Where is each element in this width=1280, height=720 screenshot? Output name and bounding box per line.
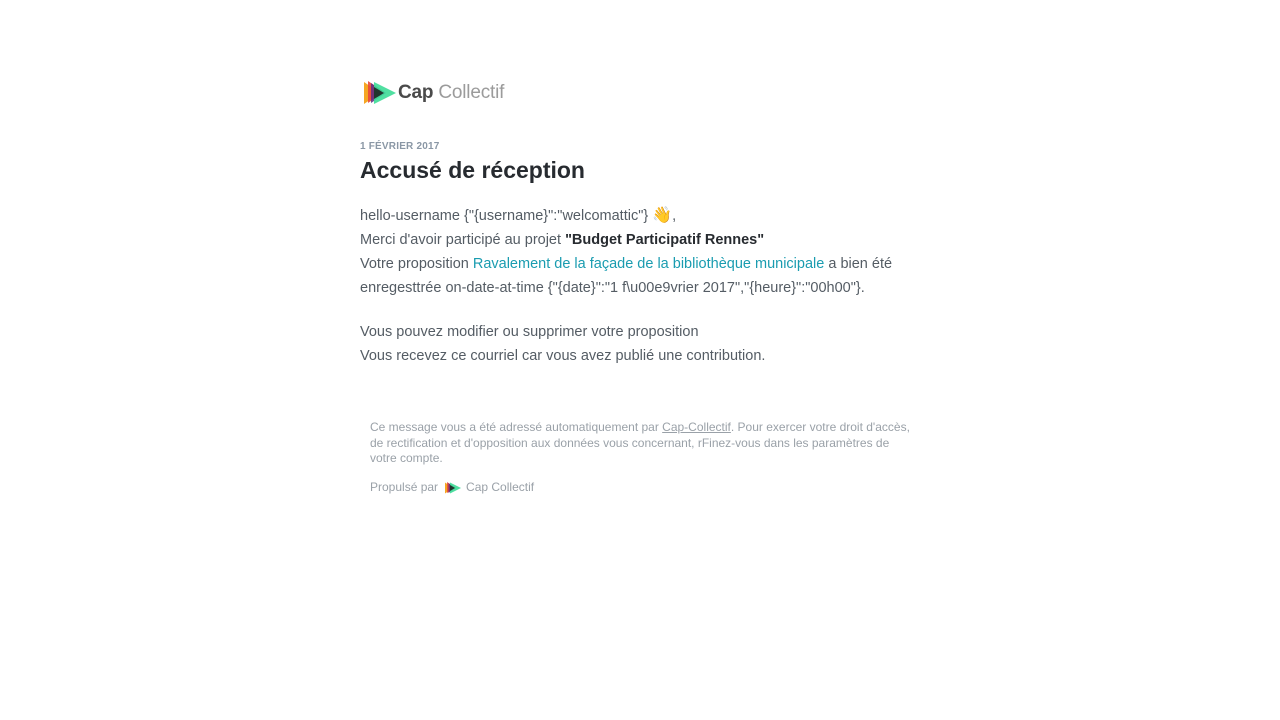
logo-text-collectif: Collectif xyxy=(438,82,505,103)
email-title: Accusé de réception xyxy=(360,157,585,183)
greeting-line: hello-username {"{username}":"welcomatti… xyxy=(360,204,920,228)
greeting-suffix: , xyxy=(672,208,677,224)
powered-by-brand: Cap Collectif xyxy=(466,479,535,494)
email-body: hello-username {"{username}":"welcomatti… xyxy=(360,204,920,368)
proposal-line: Votre proposition Ravalement de la façad… xyxy=(360,252,920,300)
reason-text: Vous recevez ce courriel car vous avez p… xyxy=(360,348,766,364)
waving-hand-icon: 👋 xyxy=(652,207,673,224)
logo-text-cap: Cap xyxy=(398,82,434,103)
powered-by-label: Propulsé par xyxy=(370,479,439,494)
email-footer: Ce message vous a été adressé automatiqu… xyxy=(360,420,910,496)
cap-collectif-small-logo-icon xyxy=(445,481,462,493)
cap-collectif-logo-icon xyxy=(364,81,396,104)
participation-prefix: Merci d'avoir participé au projet xyxy=(360,232,566,248)
cap-collectif-logo: Cap Collectif xyxy=(362,76,920,110)
participation-line: Merci d'avoir participé au projet "Budge… xyxy=(360,228,920,252)
email-container: Cap Collectif 1 février 2017 Accusé de r… xyxy=(360,76,920,496)
project-name: "Budget Participatif Rennes" xyxy=(565,232,765,248)
footer-notice: Ce message vous a été adressé automatiqu… xyxy=(370,420,910,467)
powered-by: Propulsé par Cap Collectif xyxy=(370,480,910,496)
cap-collectif-link[interactable]: Cap-Collectif xyxy=(662,420,731,434)
footer-notice-prefix: Ce message vous a été adressé automatiqu… xyxy=(370,420,663,434)
logo-wordmark: Cap Collectif xyxy=(398,82,504,104)
proposal-prefix: Votre proposition xyxy=(360,256,473,272)
email-date: 1 février 2017 xyxy=(360,141,440,152)
greeting-text: hello-username {"{username}":"welcomatti… xyxy=(360,208,649,224)
modify-text: Vous pouvez modifier ou supprimer votre … xyxy=(360,324,699,340)
proposal-link[interactable]: Ravalement de la façade de la bibliothèq… xyxy=(473,256,824,272)
